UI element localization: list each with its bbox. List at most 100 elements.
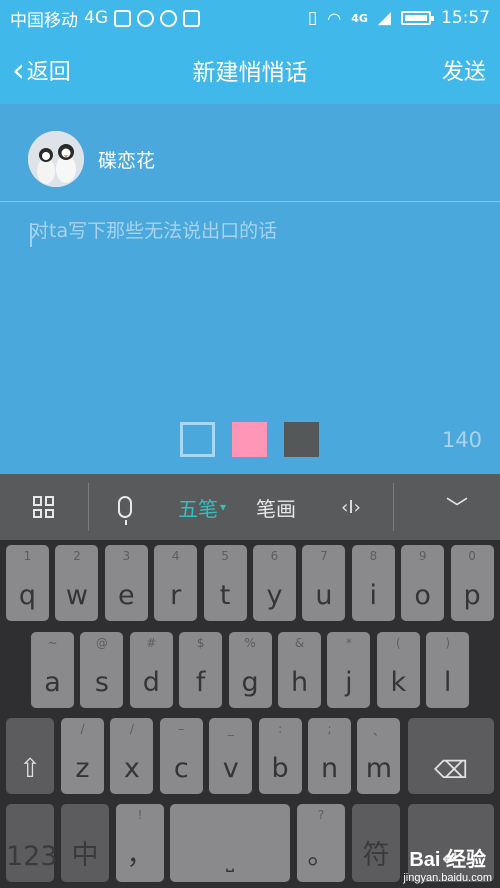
- back-button[interactable]: ‹ 返回: [12, 36, 71, 104]
- key-main-label: d: [142, 667, 160, 698]
- status-bar: 中国移动 4G ▯ ◠ 4G ◢ 15:57: [0, 0, 500, 36]
- keyboard-toolbar: 五笔 ▾ 笔画 ‹I› ﹀: [0, 474, 500, 540]
- key-n[interactable]: ; n: [308, 718, 351, 794]
- key-x[interactable]: / x: [110, 718, 154, 794]
- key-main-label: x: [123, 753, 140, 784]
- shift-key[interactable]: ⇧: [6, 718, 54, 794]
- signal-network: 4G: [351, 11, 368, 25]
- key-u[interactable]: 7u: [302, 545, 346, 621]
- backspace-icon: ⌫: [434, 756, 468, 784]
- key-sub-label: ;: [327, 722, 332, 736]
- key-sub-label: –: [178, 722, 185, 736]
- shift-icon: ⇧: [19, 754, 41, 784]
- key-sub-label: 9: [418, 549, 427, 563]
- key-main-label: c: [173, 753, 189, 784]
- microphone-icon: [118, 496, 132, 525]
- key-sub-label: 8: [369, 549, 378, 563]
- watermark-brand: Bai 经验: [409, 849, 486, 871]
- key-sub-label: _: [227, 722, 234, 736]
- symbol-key[interactable]: ☺ 符: [352, 804, 400, 882]
- key-sub-label: ~: [47, 636, 58, 650]
- key-s[interactable]: @ s: [80, 632, 124, 708]
- vibrate-icon: ▯: [307, 8, 318, 28]
- key-main-label: w: [65, 580, 88, 611]
- color-swatch-blue[interactable]: [180, 422, 215, 457]
- text-cursor: [30, 223, 32, 247]
- menu-grid-button[interactable]: [0, 474, 88, 540]
- key-g[interactable]: % g: [228, 632, 272, 708]
- key-main-label: f: [195, 667, 206, 698]
- watermark-url: jingyan.baidu.com: [403, 872, 492, 884]
- back-label: 返回: [26, 60, 71, 85]
- key-a[interactable]: ~ a: [31, 632, 74, 708]
- key-sub-label: *: [345, 636, 352, 650]
- key-m[interactable]: 、 m: [357, 718, 401, 794]
- key-y[interactable]: 6y: [253, 545, 296, 621]
- key-main-label: u: [315, 580, 333, 611]
- comma-key[interactable]: !，: [116, 804, 164, 882]
- key-sub-label: (: [395, 636, 401, 650]
- key-main-label: o: [414, 580, 431, 611]
- key-p[interactable]: 0p: [450, 545, 494, 621]
- key-o[interactable]: 9o: [401, 545, 445, 621]
- key-v[interactable]: _ v: [209, 718, 253, 794]
- chevron-left-icon: ‹: [12, 51, 25, 89]
- image-icon: [114, 9, 131, 27]
- numbers-key[interactable]: 123: [6, 804, 58, 882]
- key-sub-label: &: [294, 636, 305, 650]
- voice-input-button[interactable]: [89, 474, 161, 540]
- key-main-label: z: [75, 753, 90, 784]
- key-main-label: p: [463, 580, 481, 611]
- key-c[interactable]: – c: [159, 718, 203, 794]
- message-input[interactable]: [30, 216, 470, 416]
- key-sub-label: /: [129, 722, 134, 736]
- language-key[interactable]: En 中: [61, 804, 109, 882]
- key-main-label: r: [170, 580, 182, 611]
- backspace-key[interactable]: ⌫: [408, 718, 494, 794]
- avatar[interactable]: [28, 131, 84, 187]
- key-w[interactable]: 2w: [55, 545, 99, 621]
- key-i[interactable]: 8i: [351, 545, 395, 621]
- key-t[interactable]: 5t: [203, 545, 247, 621]
- space-key[interactable]: ⎵: [170, 804, 290, 882]
- key-sub-label: 2: [73, 549, 81, 563]
- key-e[interactable]: 3e: [104, 545, 148, 621]
- color-swatch-gray[interactable]: [284, 422, 319, 457]
- key-main-label: j: [345, 667, 353, 698]
- send-button[interactable]: 发送: [442, 36, 486, 104]
- key-sub-label: @: [95, 636, 108, 650]
- key-z[interactable]: / z: [61, 718, 104, 794]
- collapse-keyboard-button[interactable]: ﹀: [414, 474, 500, 540]
- key-h[interactable]: & h: [278, 632, 321, 708]
- key-main-label: l: [443, 667, 452, 698]
- color-swatch-pink[interactable]: [232, 422, 267, 457]
- wubi-label: 五笔: [177, 496, 218, 521]
- key-l[interactable]: ) l: [426, 632, 470, 708]
- wubi-input-button[interactable]: 五笔 ▾: [161, 474, 243, 540]
- key-j[interactable]: * j: [327, 632, 371, 708]
- recipient-name: 碟恋花: [98, 150, 156, 172]
- chevron-down-icon: ﹀: [445, 497, 468, 522]
- watermark: Bai 经验 jingyan.baidu.com: [403, 843, 492, 884]
- bihua-input-button[interactable]: 笔画: [243, 474, 309, 540]
- recipient-row: 碟恋花: [0, 104, 500, 202]
- key-main-label: q: [18, 580, 37, 611]
- key-main-label: a: [44, 667, 61, 698]
- wifi-icon: ◠: [327, 8, 342, 28]
- key-f[interactable]: $ f: [179, 632, 223, 708]
- network-type: 4G: [84, 8, 108, 28]
- battery-icon: [401, 11, 434, 25]
- key-d[interactable]: # d: [129, 632, 173, 708]
- key-sub-label: %: [244, 636, 256, 650]
- key-main-label: y: [266, 580, 283, 611]
- period-key[interactable]: ?。: [297, 804, 345, 882]
- key-main-label: h: [290, 667, 309, 698]
- key-sub-label: ): [445, 636, 451, 650]
- key-k[interactable]: (k: [376, 632, 420, 708]
- key-q[interactable]: 1q: [6, 545, 49, 621]
- key-sub-label: 0: [468, 549, 476, 563]
- cursor-control-button[interactable]: ‹I›: [309, 474, 393, 540]
- key-r[interactable]: 4r: [154, 545, 198, 621]
- page-title: 新建悄悄话: [192, 60, 308, 86]
- key-b[interactable]: :b: [258, 718, 302, 794]
